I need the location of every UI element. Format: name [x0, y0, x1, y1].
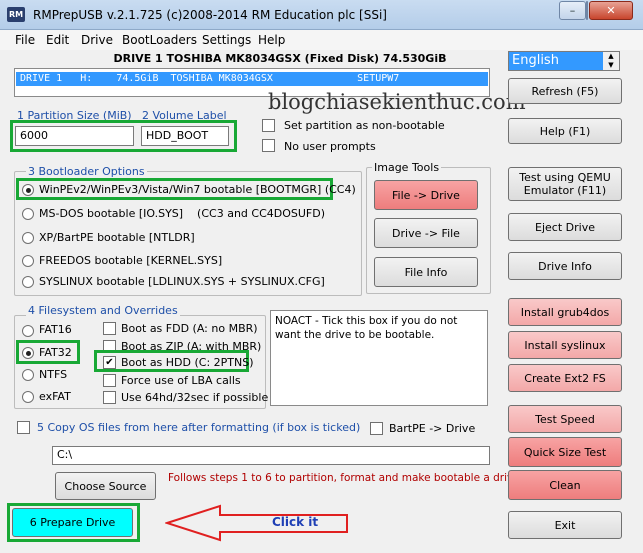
- fs-fat16-label: FAT16: [39, 323, 72, 336]
- instructions-text: Follows steps 1 to 6 to partition, forma…: [168, 472, 524, 484]
- menu-settings[interactable]: Settings: [202, 33, 251, 47]
- partition-size-input[interactable]: 6000: [15, 126, 134, 146]
- bartpe-checkbox[interactable]: [370, 422, 383, 435]
- bootloader-radio-1[interactable]: [22, 184, 34, 196]
- source-path-input[interactable]: C:\: [52, 446, 490, 465]
- fs-radio-exfat[interactable]: [22, 391, 34, 403]
- fs-ntfs-label: NTFS: [39, 368, 68, 381]
- language-value: English: [512, 53, 559, 68]
- bootloader-radio-2[interactable]: [22, 208, 34, 220]
- bootloader-option-5: SYSLINUX bootable [LDLINUX.SYS + SYSLINU…: [39, 275, 325, 288]
- volume-label-input[interactable]: HDD_BOOT: [141, 126, 229, 146]
- create-ext2-button[interactable]: Create Ext2 FS: [508, 364, 622, 392]
- install-syslinux-button[interactable]: Install syslinux: [508, 331, 622, 359]
- fs-exfat-label: exFAT: [39, 390, 71, 403]
- exit-button[interactable]: Exit: [508, 511, 622, 539]
- bootloader-option-1: WinPEv2/WinPEv3/Vista/Win7 bootable [BOO…: [39, 183, 356, 196]
- watermark: blogchiasekienthuc.com: [268, 90, 526, 114]
- menu-help[interactable]: Help: [258, 33, 285, 47]
- close-button[interactable]: ✕: [589, 1, 633, 20]
- refresh-button[interactable]: Refresh (F5): [508, 78, 622, 104]
- prepare-drive-button[interactable]: 6 Prepare Drive: [12, 508, 133, 537]
- menu-file[interactable]: File: [15, 33, 35, 47]
- override-fdd-label: Boot as FDD (A: no MBR): [121, 322, 258, 335]
- bartpe-label: BartPE -> Drive: [389, 422, 476, 435]
- drive-info-button[interactable]: Drive Info: [508, 252, 622, 280]
- no-prompts-label: No user prompts: [284, 140, 376, 153]
- window-title: RMPrepUSB v.2.1.725 (c)2008-2014 RM Educ…: [33, 8, 387, 22]
- no-prompts-checkbox[interactable]: [262, 139, 275, 152]
- qemu-button[interactable]: Test using QEMU Emulator (F11): [508, 167, 622, 201]
- fs-radio-ntfs[interactable]: [22, 369, 34, 381]
- fs-radio-fat16[interactable]: [22, 325, 34, 337]
- quick-size-test-button[interactable]: Quick Size Test: [508, 437, 622, 467]
- test-speed-button[interactable]: Test Speed: [508, 405, 622, 433]
- override-64hd-label: Use 64hd/32sec if possible: [121, 391, 269, 404]
- fs-fat32-label: FAT32: [39, 346, 72, 359]
- bootloader-radio-4[interactable]: [22, 255, 34, 267]
- override-hdd-label: Boot as HDD (C: 2PTNS): [121, 356, 254, 369]
- bootloader-option-2: MS-DOS bootable [IO.SYS] (CC3 and CC4DOS…: [39, 207, 326, 220]
- install-grub4dos-button[interactable]: Install grub4dos: [508, 298, 622, 326]
- drive-to-file-button[interactable]: Drive -> File: [374, 218, 478, 248]
- menu-drive[interactable]: Drive: [81, 33, 113, 47]
- bootloader-option-3: XP/BartPE bootable [NTLDR]: [39, 231, 195, 244]
- bootloader-group-label: 3 Bootloader Options: [26, 165, 147, 178]
- override-checkbox-hdd[interactable]: ✔: [103, 356, 116, 369]
- copy-os-label: 5 Copy OS files from here after formatti…: [37, 421, 361, 434]
- drive-header: DRIVE 1 TOSHIBA MK8034GSX (Fixed Disk) 7…: [113, 52, 447, 65]
- drive-row[interactable]: DRIVE 1 H: 74.5GiB TOSHIBA MK8034GSX SET…: [16, 72, 488, 86]
- eject-drive-button[interactable]: Eject Drive: [508, 213, 622, 241]
- non-bootable-label: Set partition as non-bootable: [284, 119, 445, 132]
- bootloader-radio-3[interactable]: [22, 232, 34, 244]
- app-icon: RM: [7, 7, 25, 22]
- file-info-button[interactable]: File Info: [374, 257, 478, 287]
- red-arrow-icon: [165, 504, 348, 542]
- file-to-drive-button[interactable]: File -> Drive: [374, 180, 478, 210]
- fs-radio-fat32[interactable]: [22, 347, 34, 359]
- click-it-label: Click it: [272, 515, 319, 529]
- filesystem-group-label: 4 Filesystem and Overrides: [26, 304, 180, 317]
- menu-edit[interactable]: Edit: [46, 33, 69, 47]
- override-checkbox-fdd[interactable]: [103, 322, 116, 335]
- override-checkbox-64hd[interactable]: [103, 391, 116, 404]
- override-lba-label: Force use of LBA calls: [121, 374, 241, 387]
- non-bootable-checkbox[interactable]: [262, 119, 275, 132]
- image-tools-label: Image Tools: [372, 161, 442, 174]
- help-notes-box: NOACT - Tick this box if you do not want…: [270, 310, 488, 406]
- bootloader-radio-5[interactable]: [22, 276, 34, 288]
- spinner-arrows-icon[interactable]: ▲ ▼: [603, 52, 619, 70]
- bootloader-option-4: FREEDOS bootable [KERNEL.SYS]: [39, 254, 223, 267]
- maximize-button: [586, 1, 588, 20]
- menu-bootloaders[interactable]: BootLoaders: [122, 33, 197, 47]
- clean-button[interactable]: Clean: [508, 470, 622, 500]
- override-checkbox-lba[interactable]: [103, 374, 116, 387]
- help-button[interactable]: Help (F1): [508, 118, 622, 144]
- minimize-button[interactable]: –: [559, 1, 586, 20]
- copy-os-checkbox[interactable]: [17, 421, 30, 434]
- choose-source-button[interactable]: Choose Source: [55, 472, 156, 500]
